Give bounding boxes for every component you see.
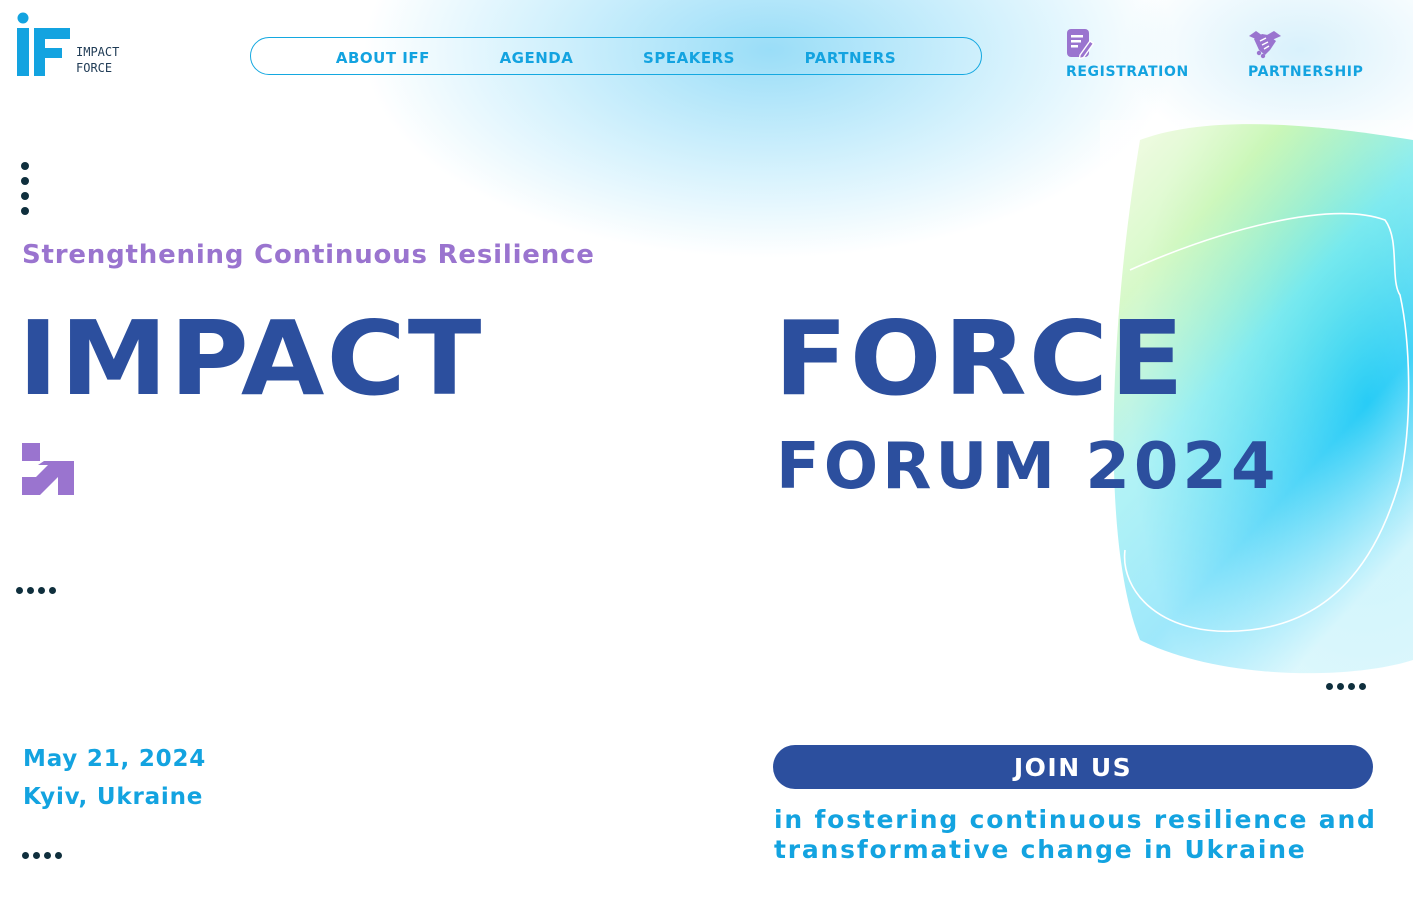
form-edit-icon: [1067, 29, 1094, 60]
event-date: May 21, 2024: [23, 746, 207, 772]
hero-subtitle: Strengthening Continuous Resilience: [22, 240, 595, 270]
site-logo[interactable]: IMPACT FORCE: [16, 12, 119, 76]
dots-decoration-bottom: [22, 852, 62, 859]
background-glow-secondary: [1120, 0, 1413, 160]
hero-title-force: FORCE: [774, 300, 1186, 419]
registration-label: REGISTRATION: [1066, 64, 1189, 80]
arrow-up-right-icon: [22, 443, 74, 495]
event-location: Kyiv, Ukraine: [23, 784, 204, 810]
nav-item-agenda[interactable]: AGENDA: [500, 46, 574, 67]
vertical-dots-decoration: [21, 162, 31, 222]
logo-mark: [16, 12, 72, 76]
cta-tagline: in fostering continuous resilience and t…: [774, 805, 1394, 865]
partnership-label: PARTNERSHIP: [1248, 64, 1364, 80]
main-navigation: ABOUT IFF AGENDA SPEAKERS PARTNERS: [250, 37, 982, 75]
partnership-link[interactable]: PARTNERSHIP: [1248, 28, 1363, 80]
handshake-icon: [1249, 31, 1281, 59]
dots-decoration-right: [1326, 683, 1366, 690]
registration-link[interactable]: REGISTRATION: [1066, 28, 1189, 80]
nav-item-partners[interactable]: PARTNERS: [805, 46, 897, 67]
nav-item-speakers[interactable]: SPEAKERS: [643, 46, 735, 67]
nav-item-about-iff[interactable]: ABOUT IFF: [336, 46, 430, 67]
join-us-button[interactable]: JOIN US: [773, 745, 1373, 789]
event-details: May 21, 2024 Kyiv, Ukraine: [23, 740, 206, 816]
hero-forum-year: FORUM 2024: [776, 430, 1280, 504]
hero-title-impact: IMPACT: [18, 300, 484, 419]
dots-decoration-left: [16, 587, 56, 594]
logo-line-2: FORCE: [76, 61, 113, 75]
tagline-line-1: in fostering continuous resilience and: [774, 805, 1377, 834]
tagline-line-2: transformative change in Ukraine: [774, 835, 1307, 864]
logo-text: IMPACT FORCE: [76, 44, 119, 76]
logo-line-1: IMPACT: [76, 45, 120, 59]
